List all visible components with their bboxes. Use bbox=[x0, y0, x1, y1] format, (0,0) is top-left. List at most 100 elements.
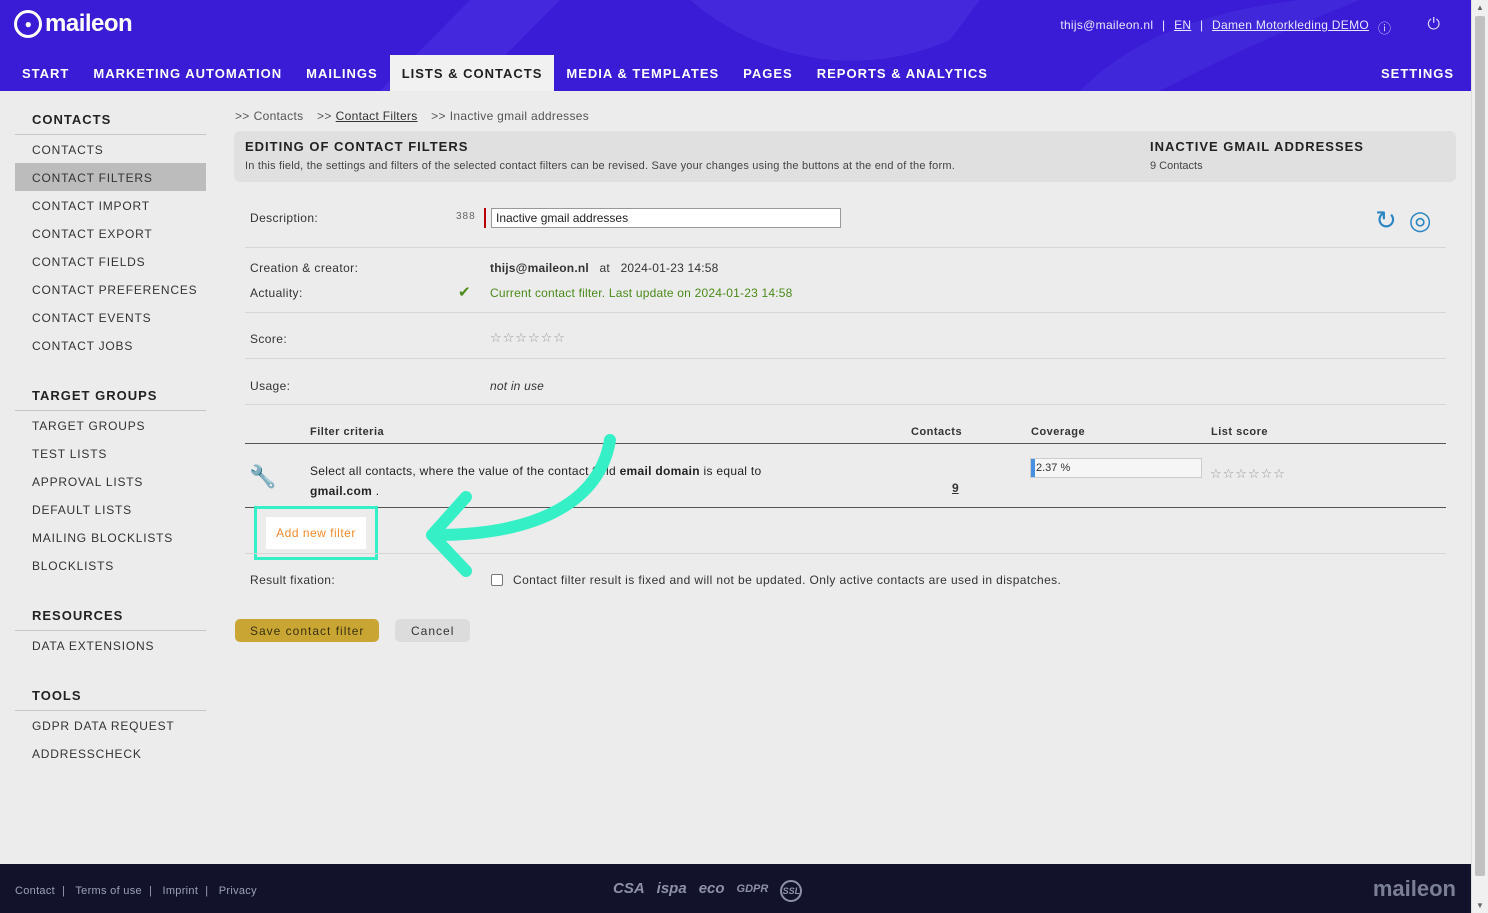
score-stars[interactable]: ☆☆☆☆☆☆ bbox=[490, 330, 566, 346]
footer-logo: maileon bbox=[1372, 876, 1456, 901]
sidebar: CONTACTS CONTACTS CONTACT FILTERS CONTAC… bbox=[15, 104, 206, 767]
sidebar-item-contact-jobs[interactable]: CONTACT JOBS bbox=[15, 331, 206, 359]
breadcrumb-contacts: Contacts bbox=[253, 109, 304, 123]
creator: thijs@maileon.nl bbox=[490, 261, 589, 275]
nav-pages[interactable]: PAGES bbox=[731, 55, 805, 91]
sidebar-item-contact-preferences[interactable]: CONTACT PREFERENCES bbox=[15, 275, 206, 303]
sidebar-item-contacts[interactable]: CONTACTS bbox=[15, 135, 206, 163]
csa-badge: CSA bbox=[613, 880, 645, 897]
nav-mailings[interactable]: MAILINGS bbox=[294, 55, 390, 91]
gdpr-badge: GDPR bbox=[736, 883, 769, 895]
refresh-icon[interactable]: ↻ bbox=[1375, 207, 1397, 233]
sidebar-title-contacts: CONTACTS bbox=[15, 104, 206, 135]
required-marker bbox=[484, 208, 486, 228]
list-score-stars: ☆☆☆☆☆☆ bbox=[1210, 466, 1286, 481]
scrollbar-thumb[interactable] bbox=[1475, 16, 1485, 876]
nav-media-templates[interactable]: MEDIA & TEMPLATES bbox=[554, 55, 731, 91]
info-box: EDITING OF CONTACT FILTERS In this field… bbox=[234, 131, 1456, 182]
certification-badges: CSA ispa eco GDPR SSL bbox=[613, 880, 803, 902]
nav-settings[interactable]: SETTINGS bbox=[1381, 66, 1454, 81]
usage-value: not in use bbox=[490, 379, 545, 393]
language-link[interactable]: EN bbox=[1174, 18, 1191, 32]
wrench-icon[interactable]: 🔧 bbox=[249, 464, 276, 490]
actuality-value: Current contact filter. Last update on 2… bbox=[490, 286, 793, 300]
filter-criteria-text: Select all contacts, where the value of … bbox=[310, 464, 762, 498]
add-new-filter-button[interactable]: Add new filter bbox=[266, 517, 366, 549]
sidebar-item-target-groups[interactable]: TARGET GROUPS bbox=[15, 411, 206, 439]
sidebar-item-blocklists[interactable]: BLOCKLISTS bbox=[15, 551, 206, 579]
col-coverage: Coverage bbox=[1031, 426, 1086, 438]
coverage-value: 2.37 % bbox=[1036, 462, 1071, 474]
main-content: >> Contacts >> Contact Filters >> Inactive … bbox=[234, 104, 1456, 642]
footer: Contact | Terms of use | Imprint | Privacy … bbox=[0, 864, 1471, 913]
add-filter-highlight: Add new filter bbox=[254, 506, 378, 560]
score-label: Score: bbox=[250, 332, 288, 346]
sidebar-item-contact-events[interactable]: CONTACT EVENTS bbox=[15, 303, 206, 331]
account-link[interactable]: Damen Motorkleding DEMO bbox=[1212, 18, 1369, 32]
info-icon[interactable]: ⓘ bbox=[1378, 18, 1391, 37]
description-char-counter: 388 bbox=[456, 211, 476, 222]
sidebar-item-addresscheck[interactable]: ADDRESSCHECK bbox=[15, 739, 206, 767]
target-icon[interactable]: ◎ bbox=[1409, 207, 1432, 233]
nav-reports-analytics[interactable]: REPORTS & ANALYTICS bbox=[805, 55, 1000, 91]
sidebar-item-contact-fields[interactable]: CONTACT FIELDS bbox=[15, 247, 206, 275]
usage-label: Usage: bbox=[250, 379, 291, 393]
sidebar-title-resources: RESOURCES bbox=[15, 600, 206, 631]
sidebar-title-tools: TOOLS bbox=[15, 680, 206, 711]
filter-contacts-link[interactable]: 9 bbox=[952, 481, 959, 495]
scroll-down-icon[interactable]: ▼ bbox=[1476, 901, 1484, 910]
check-icon: ✔ bbox=[458, 284, 471, 301]
nav-lists-contacts[interactable]: LISTS & CONTACTS bbox=[389, 55, 555, 91]
page-scrollbar[interactable]: ▲ ▼ bbox=[1471, 0, 1488, 913]
sidebar-item-test-lists[interactable]: TEST LISTS bbox=[15, 439, 206, 467]
coverage-bar: 2.37 % bbox=[1030, 458, 1202, 478]
creation-label: Creation & creator: bbox=[250, 261, 359, 275]
power-icon[interactable]: ⏻ bbox=[1427, 16, 1440, 34]
sidebar-item-gdpr-data-request[interactable]: GDPR DATA REQUEST bbox=[15, 711, 206, 739]
filter-actions: ↻ ◎ bbox=[1375, 207, 1431, 233]
scroll-up-icon[interactable]: ▲ bbox=[1476, 3, 1484, 12]
main-nav: START MARKETING AUTOMATION MAILINGS LIST… bbox=[10, 55, 1000, 91]
col-filter-criteria: Filter criteria bbox=[310, 426, 385, 438]
breadcrumb: >> Contacts >> Contact Filters >> Inactive … bbox=[235, 109, 590, 123]
breadcrumb-contact-filters[interactable]: Contact Filters bbox=[336, 109, 418, 123]
footer-link-imprint[interactable]: Imprint bbox=[162, 885, 198, 897]
maileon-logo[interactable]: ● maileon bbox=[14, 10, 133, 38]
sidebar-item-contact-filters[interactable]: CONTACT FILTERS bbox=[15, 163, 206, 191]
cancel-button[interactable]: Cancel bbox=[395, 619, 471, 642]
fixation-checkbox[interactable] bbox=[491, 574, 503, 586]
sidebar-item-approval-lists[interactable]: APPROVAL LISTS bbox=[15, 467, 206, 495]
user-bar: thijs@maileon.nl | EN | Damen Motorkledi… bbox=[1060, 18, 1369, 32]
footer-link-terms[interactable]: Terms of use bbox=[75, 885, 142, 897]
sidebar-item-contact-import[interactable]: CONTACT IMPORT bbox=[15, 191, 206, 219]
footer-link-contact[interactable]: Contact bbox=[15, 885, 55, 897]
col-list-score: List score bbox=[1211, 426, 1268, 438]
description-label: Description: bbox=[250, 211, 319, 225]
sidebar-item-contact-export[interactable]: CONTACT EXPORT bbox=[15, 219, 206, 247]
footer-link-privacy[interactable]: Privacy bbox=[219, 885, 257, 897]
nav-start[interactable]: START bbox=[10, 55, 81, 91]
save-contact-filter-button[interactable]: Save contact filter bbox=[235, 619, 380, 642]
logo-mark-icon: ● bbox=[14, 10, 42, 38]
sidebar-item-data-extensions[interactable]: DATA EXTENSIONS bbox=[15, 631, 206, 659]
user-email: thijs@maileon.nl bbox=[1060, 18, 1154, 32]
creation-value: thijs@maileon.nl at 2024-01-23 14:58 bbox=[490, 261, 719, 275]
ssl-badge: SSL bbox=[780, 880, 803, 902]
sidebar-item-mailing-blocklists[interactable]: MAILING BLOCKLISTS bbox=[15, 523, 206, 551]
col-contacts: Contacts bbox=[911, 426, 963, 438]
sidebar-item-default-lists[interactable]: DEFAULT LISTS bbox=[15, 495, 206, 523]
top-header: ● maileon thijs@maileon.nl | EN | Damen … bbox=[0, 0, 1471, 91]
breadcrumb-current: Inactive gmail addresses bbox=[449, 109, 590, 123]
description-input[interactable] bbox=[491, 208, 841, 228]
filter-name-heading: INACTIVE GMAIL ADDRESSES bbox=[1150, 139, 1364, 154]
filter-contact-count: 9 Contacts bbox=[1150, 160, 1203, 172]
eco-badge: eco bbox=[698, 880, 725, 897]
ispa-badge: ispa bbox=[656, 880, 687, 897]
nav-marketing-automation[interactable]: MARKETING AUTOMATION bbox=[81, 55, 294, 91]
criteria-value: gmail.com bbox=[310, 484, 373, 498]
footer-links: Contact | Terms of use | Imprint | Privacy bbox=[15, 885, 257, 897]
sidebar-title-target-groups: TARGET GROUPS bbox=[15, 380, 206, 411]
fixation-text: Contact filter result is fixed and will … bbox=[513, 573, 1062, 587]
coverage-fill bbox=[1031, 459, 1035, 477]
actuality-label: Actuality: bbox=[250, 286, 303, 300]
